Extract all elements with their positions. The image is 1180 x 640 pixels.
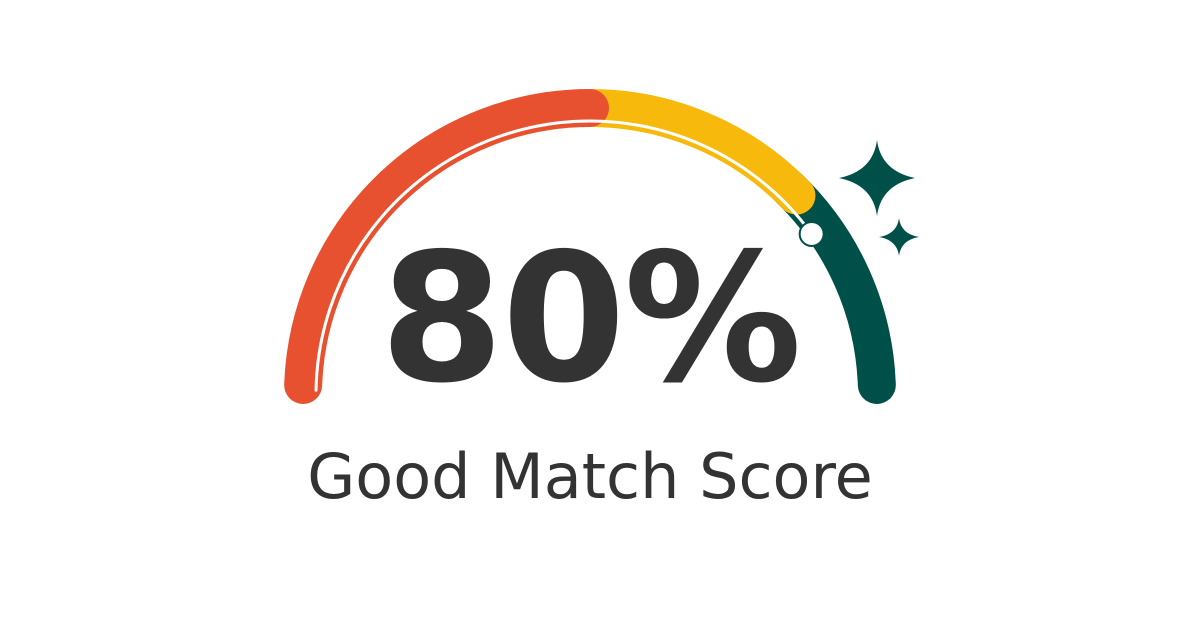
score-percentage: 80% xyxy=(379,215,802,422)
gauge-segment-medium xyxy=(571,89,816,215)
score-label: Good Match Score xyxy=(307,440,873,513)
sparkle-large-icon xyxy=(839,140,915,216)
